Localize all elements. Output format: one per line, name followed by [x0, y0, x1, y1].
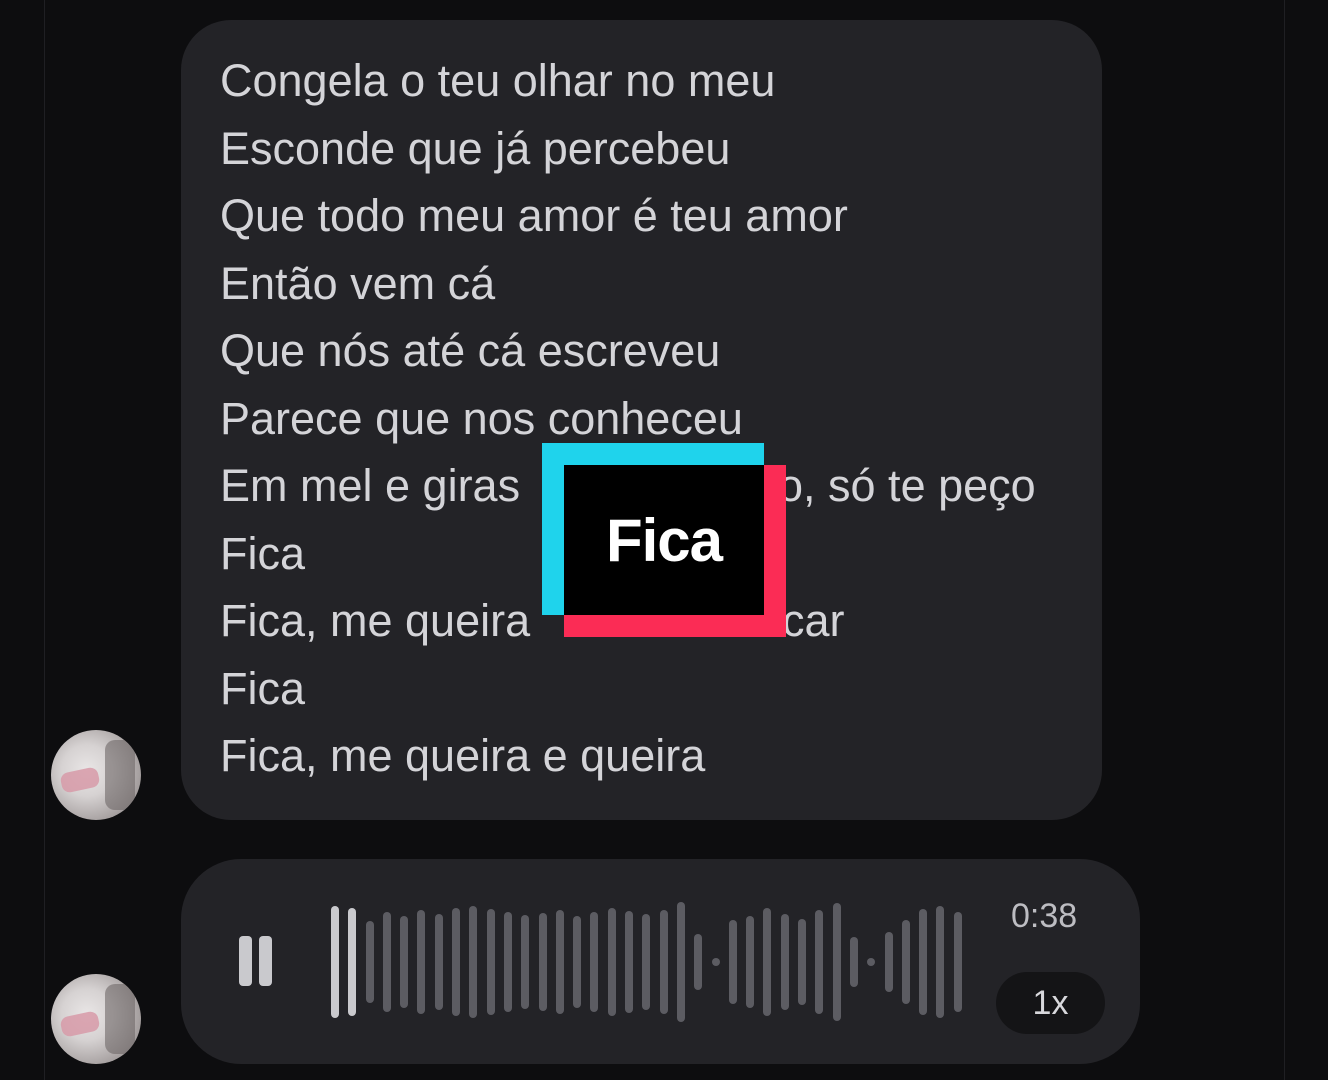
lyrics-text: Congela o teu olhar no meu Esconde que j… [220, 54, 1036, 797]
voice-message-bubble[interactable]: 0:38 1x [181, 859, 1140, 1064]
waveform-bar [867, 957, 876, 966]
sender-avatar[interactable] [51, 974, 141, 1064]
waveform-bar [573, 915, 582, 1008]
lyric-fragment: Em mel e giras [220, 460, 521, 511]
lyric-line: Esconde que já percebeu [220, 122, 731, 174]
lyrics-message-bubble[interactable]: Congela o teu olhar no meu Esconde que j… [181, 20, 1102, 820]
waveform-bar [780, 913, 789, 1010]
audio-waveform[interactable] [331, 899, 971, 1024]
sender-avatar[interactable] [51, 730, 141, 820]
pause-icon [239, 936, 252, 986]
pause-button[interactable] [239, 936, 275, 988]
waveform-bar [521, 914, 530, 1009]
waveform-bar [538, 912, 547, 1011]
waveform-bar [919, 908, 928, 1015]
waveform-bar [590, 911, 599, 1012]
waveform-bar [953, 911, 962, 1012]
playback-speed-button[interactable]: 1x [996, 972, 1105, 1034]
lyric-line: Fica, me queira e queira [220, 730, 706, 781]
sticker-label-box: Fica [564, 465, 764, 615]
waveform-bar [331, 905, 339, 1018]
waveform-bar [469, 905, 478, 1018]
waveform-bar [434, 913, 443, 1010]
lyric-fragment: Fica, me queira [220, 595, 531, 646]
fica-overlay-sticker: Fica [542, 443, 786, 637]
waveform-bar [486, 908, 495, 1015]
waveform-bar [365, 920, 374, 1003]
waveform-bar [642, 913, 651, 1010]
lyric-line: Fica [220, 662, 306, 714]
waveform-bar [815, 909, 824, 1014]
waveform-bar [452, 907, 461, 1016]
pause-icon-bar [259, 936, 272, 986]
waveform-bar [607, 907, 616, 1016]
waveform-bar [382, 911, 391, 1012]
lyric-line: Congela o teu olhar no meu [220, 55, 776, 106]
waveform-bar [676, 901, 685, 1022]
waveform-bar [555, 909, 564, 1014]
waveform-bar [832, 902, 841, 1021]
waveform-bar [936, 905, 945, 1018]
waveform-bar [763, 907, 772, 1016]
waveform-bar [400, 915, 409, 1008]
lyric-fragment: o, só te peço [778, 460, 1036, 511]
voice-duration: 0:38 [1011, 897, 1078, 935]
waveform-bar [694, 933, 703, 990]
waveform-bar [728, 919, 737, 1004]
lyric-fragment: car [782, 595, 845, 646]
waveform-bar [849, 936, 858, 987]
lyric-line: Que nós até cá escreveu [220, 325, 721, 376]
waveform-bar [901, 919, 910, 1004]
sticker-label: Fica [605, 506, 723, 574]
waveform-bar [417, 909, 426, 1014]
waveform-bar [625, 910, 634, 1013]
waveform-bar [348, 907, 357, 1016]
waveform-bar [746, 915, 755, 1008]
lyric-line: Então vem cá [220, 257, 496, 309]
lyric-line: Que todo meu amor é teu amor [220, 190, 848, 241]
right-divider [1284, 0, 1285, 1080]
waveform-bar [503, 911, 512, 1012]
waveform-bar [884, 931, 893, 992]
left-divider [44, 0, 45, 1080]
waveform-bar [711, 957, 720, 966]
waveform-bar [659, 909, 668, 1014]
waveform-bar [798, 918, 807, 1005]
